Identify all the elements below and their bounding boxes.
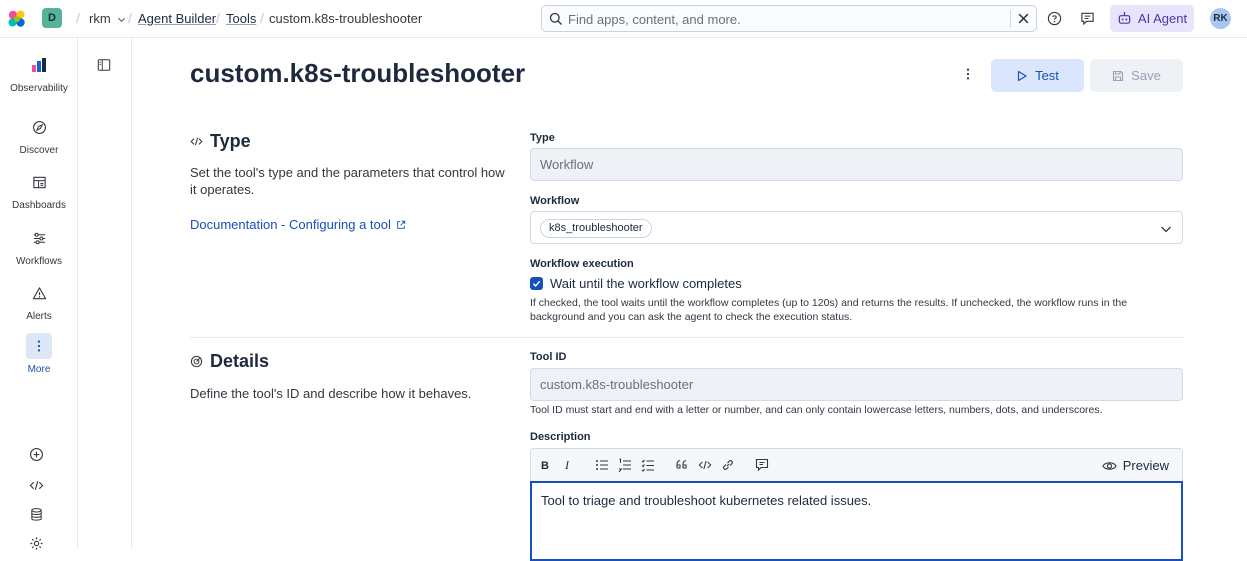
observability-icon [26,52,52,78]
tool-id-field: custom.k8s-troubleshooter [530,368,1183,401]
panel-toggle-icon[interactable] [97,58,111,72]
feedback-icon[interactable] [1080,11,1095,26]
chevron-down-icon [118,17,126,23]
svg-text:I: I [564,458,570,472]
description-editor[interactable]: Tool to triage and troubleshoot kubernet… [530,481,1183,561]
documentation-link-label: Documentation - Configuring a tool [190,217,391,232]
nav-item-more[interactable]: More [0,333,78,375]
side-panel-strip [79,38,132,549]
global-search[interactable] [541,5,1037,32]
help-icon[interactable] [1047,11,1062,26]
more-actions-icon[interactable] [961,67,975,81]
nav-item-discover[interactable]: Discover [0,114,78,156]
breadcrumb-separator: / [128,10,132,26]
ai-agent-label: AI Agent [1137,11,1188,26]
page-title: custom.k8s-troubleshooter [190,58,526,88]
nav-label: Discover [19,145,59,156]
type-field: Workflow [530,148,1183,181]
nav-item-dashboards[interactable]: Dashboards [0,169,78,211]
dashboards-icon [26,169,52,195]
description-label: Description [530,431,591,443]
section-divider [190,337,1183,338]
user-avatar[interactable]: RK [1210,8,1231,29]
nav-item-workflows[interactable]: Workflows [0,225,78,267]
task-list-icon[interactable] [641,458,655,472]
top-bar: D / rkm / Agent Builder / Tools / custom… [0,0,1247,38]
breadcrumb-separator: / [260,10,264,26]
elastic-logo-icon[interactable] [7,9,27,29]
type-section-title: Type [190,131,251,152]
save-button-label: Save [1131,68,1161,83]
bold-icon[interactable]: B [539,458,551,472]
workflows-icon [26,225,52,251]
markdown-toolbar: B I Preview [530,448,1183,481]
save-icon [1113,70,1124,81]
breadcrumb-separator: / [216,10,220,26]
target-icon [190,355,203,368]
close-icon[interactable] [1017,12,1030,25]
details-section-heading: Details [210,351,270,371]
robot-icon [1118,12,1131,24]
workflow-pill: k8s_troubleshooter [540,219,652,238]
nav-label: More [27,364,51,375]
nav-label: Workflows [16,256,62,267]
tool-id-help: Tool ID must start and end with a letter… [530,404,1103,416]
space-avatar[interactable]: D [42,8,62,28]
add-icon[interactable] [29,447,44,462]
details-section-title: Details [190,351,269,372]
comment-icon[interactable] [755,458,769,472]
ai-agent-button[interactable]: AI Agent [1110,5,1194,32]
nav-label: Observability [10,83,68,94]
alerts-icon [26,280,52,306]
preview-button[interactable]: Preview [1102,458,1169,473]
preview-label: Preview [1122,458,1169,473]
workflow-select[interactable]: k8s_troubleshooter [530,211,1183,244]
discover-icon [26,114,52,140]
chevron-down-icon [1161,226,1171,233]
nav-label: Alerts [26,311,52,322]
tool-id-label: Tool ID [530,351,567,363]
external-link-icon [397,220,406,229]
wait-for-completion-checkbox[interactable] [530,277,543,290]
nav-item-alerts[interactable]: Alerts [0,280,78,322]
search-divider [1010,10,1011,28]
play-icon [1017,70,1027,81]
documentation-link[interactable]: Documentation - Configuring a tool [190,217,406,232]
more-icon [26,333,52,359]
test-button-label: Test [1035,68,1059,83]
save-button[interactable]: Save [1090,59,1183,92]
type-field-label: Type [530,132,555,144]
quote-icon[interactable] [675,458,689,472]
breadcrumb-space-label: rkm [89,11,111,26]
breadcrumb-current: custom.k8s-troubleshooter [269,11,423,26]
checkmark-icon [532,280,541,287]
type-section-heading: Type [210,131,251,151]
search-input[interactable] [568,9,988,29]
code-icon[interactable] [698,458,712,472]
left-navigation: Observability Discover Dashboards Workfl… [0,38,78,550]
bullet-list-icon[interactable] [595,458,609,472]
breadcrumb-separator: / [76,10,80,26]
breadcrumb-tools[interactable]: Tools [226,11,256,26]
nav-label: Dashboards [12,200,66,211]
test-button[interactable]: Test [991,59,1084,92]
workflow-execution-label: Workflow execution [530,258,634,270]
database-icon[interactable] [29,507,44,522]
breadcrumb-space[interactable]: rkm [89,11,126,26]
type-section-description: Set the tool's type and the parameters t… [190,165,505,197]
eye-icon [1102,461,1117,470]
search-icon [549,12,562,25]
wait-for-completion-label[interactable]: Wait until the workflow completes [550,276,742,291]
code-icon [190,137,203,146]
numbered-list-icon[interactable] [618,458,632,472]
details-section-description: Define the tool's ID and describe how it… [190,386,472,401]
nav-item-observability[interactable]: Observability [0,52,78,94]
workflow-execution-help: If checked, the tool waits until the wor… [530,297,1128,323]
breadcrumb-agent-builder[interactable]: Agent Builder [138,11,216,26]
code-icon[interactable] [29,478,44,493]
italic-icon[interactable]: I [562,458,574,472]
workflow-field-label: Workflow [530,195,580,207]
link-icon[interactable] [721,458,735,472]
svg-text:B: B [541,460,549,472]
